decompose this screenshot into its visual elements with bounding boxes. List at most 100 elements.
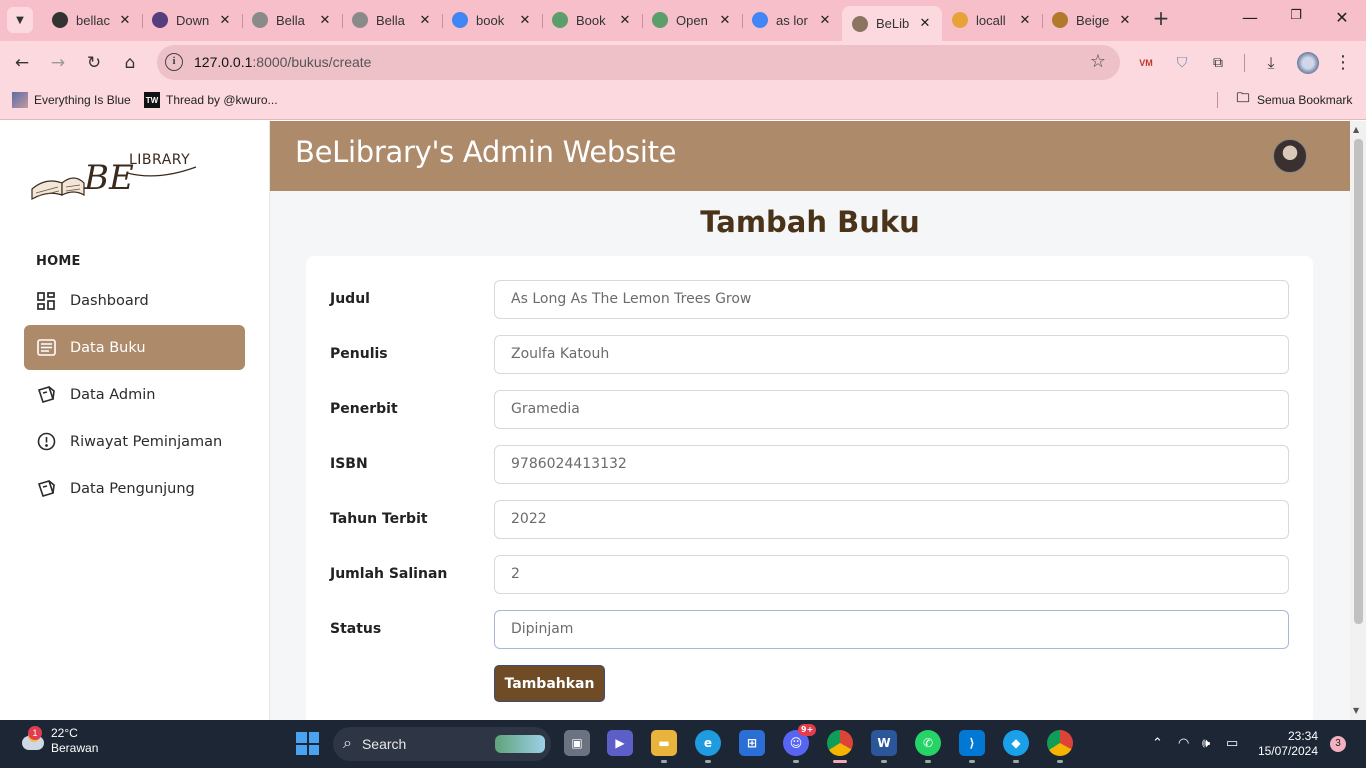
tab-close-icon[interactable]: ✕ [418, 13, 432, 28]
teams-icon[interactable]: ▶ [607, 730, 633, 756]
chrome-icon[interactable] [827, 730, 853, 756]
whatsapp-icon[interactable]: ✆ [915, 730, 941, 756]
edge-icon[interactable]: e [695, 730, 721, 756]
clock-date: 15/07/2024 [1257, 744, 1318, 758]
tab-close-icon[interactable]: ✕ [518, 13, 532, 28]
isbn-field[interactable]: 9786024413132 [494, 445, 1289, 484]
tab-close-icon[interactable]: ✕ [718, 13, 732, 28]
browser-tab[interactable]: BeLib ✕ [842, 6, 942, 41]
store-icon[interactable]: ⊞ [739, 730, 765, 756]
github-icon [52, 12, 68, 28]
forward-icon[interactable]: → [46, 51, 70, 75]
tab-close-icon[interactable]: ✕ [918, 16, 932, 31]
jumlah-salinan-field[interactable]: 2 [494, 555, 1289, 594]
tab-search-button[interactable]: ▼ [7, 7, 33, 33]
browser-tab[interactable]: Open ✕ [642, 6, 742, 34]
chrome-profile-icon[interactable] [1047, 730, 1073, 756]
tray-chevron-icon[interactable]: ⌃ [1152, 735, 1163, 751]
close-window-icon[interactable]: ✕ [1330, 8, 1354, 27]
discord-icon[interactable]: ☺ 9+ [783, 724, 817, 756]
judul-field[interactable]: As Long As The Lemon Trees Grow [494, 280, 1289, 319]
address-bar[interactable]: i 127.0.0.1:8000/bukus/create ☆ [157, 45, 1120, 80]
extensions-puzzle-icon[interactable]: ⧉ [1208, 53, 1228, 73]
wifi-icon[interactable]: ◠ [1178, 735, 1189, 751]
downloads-icon[interactable]: ⤓ [1261, 53, 1281, 73]
minimize-icon[interactable]: — [1238, 8, 1262, 27]
user-avatar[interactable] [1273, 139, 1307, 173]
sidebar-item-data-admin[interactable]: Data Admin [24, 372, 245, 417]
openai-icon [552, 12, 568, 28]
clock-time: 23:34 [1287, 729, 1318, 743]
taskbar-clock[interactable]: 23:34 15/07/2024 [1250, 729, 1318, 759]
profile-avatar-icon[interactable] [1297, 52, 1319, 74]
sidebar-section-home: HOME [36, 254, 81, 269]
reload-icon[interactable]: ↻ [82, 51, 106, 75]
globe-icon [352, 12, 368, 28]
tab-separator [1042, 14, 1043, 28]
browser-tab[interactable]: Down ✕ [142, 6, 242, 34]
sidebar-item-riwayat-peminjaman[interactable]: Riwayat Peminjaman [24, 419, 245, 464]
scroll-up-icon[interactable]: ▲ [1353, 125, 1359, 134]
sidebar-item-data-pengunjung[interactable]: Data Pengunjung [24, 466, 245, 511]
file-explorer-icon[interactable]: ▬ [651, 730, 677, 756]
weather-cloud-icon: 1 [18, 726, 44, 754]
browser-tab[interactable]: bellac ✕ [42, 6, 142, 34]
browser-tab[interactable]: as lor ✕ [742, 6, 842, 34]
back-icon[interactable]: ← [10, 51, 34, 75]
bookmarks-divider [1217, 92, 1218, 108]
penerbit-field[interactable]: Gramedia [494, 390, 1289, 429]
tab-close-icon[interactable]: ✕ [218, 13, 232, 28]
form-card [306, 256, 1313, 726]
status-field[interactable]: Dipinjam [494, 610, 1289, 649]
windows-start-icon[interactable] [296, 732, 319, 755]
sidebar-item-dashboard[interactable]: Dashboard [24, 278, 245, 323]
globe-icon [252, 12, 268, 28]
bookmark-star-icon[interactable]: ☆ [1090, 51, 1106, 72]
all-bookmarks-button[interactable]: 🗀 Semua Bookmark [1235, 90, 1352, 108]
browser-tab[interactable]: locall ✕ [942, 6, 1042, 34]
tahun-terbit-field[interactable]: 2022 [494, 500, 1289, 539]
tab-close-icon[interactable]: ✕ [818, 13, 832, 28]
vscode-icon[interactable]: ⟩ [959, 730, 985, 756]
bookmark-item[interactable]: Everything Is Blue [12, 92, 131, 108]
browser-tab[interactable]: Bella ✕ [242, 6, 342, 34]
restore-icon[interactable]: ❐ [1284, 8, 1308, 23]
taskbar-search[interactable]: ⌕ Search [333, 727, 551, 761]
word-icon[interactable]: W [871, 730, 897, 756]
logo-be-text: BE [83, 158, 134, 198]
task-view-icon[interactable]: ▣ [564, 730, 590, 756]
extension-shield-icon[interactable]: ⛉ [1172, 53, 1192, 73]
tab-close-icon[interactable]: ✕ [618, 13, 632, 28]
cards-icon [36, 385, 56, 405]
weather-widget[interactable]: 1 22°C Berawan [18, 726, 98, 756]
tab-close-icon[interactable]: ✕ [1018, 13, 1032, 28]
penulis-field[interactable]: Zoulfa Katouh [494, 335, 1289, 374]
home-icon[interactable]: ⌂ [118, 51, 142, 75]
tambahkan-button[interactable]: Tambahkan [494, 665, 605, 702]
site-info-icon[interactable]: i [165, 53, 183, 71]
bookmark-item[interactable]: TW Thread by @kwuro... [144, 92, 278, 108]
tab-close-icon[interactable]: ✕ [318, 13, 332, 28]
notification-badge[interactable]: 3 [1330, 736, 1346, 752]
windows-taskbar: 1 22°C Berawan ⌕ Search ▣ ▶ ▬ e ⊞ ☺ 9+ W… [0, 720, 1366, 768]
tab-close-icon[interactable]: ✕ [118, 13, 132, 28]
browser-tab[interactable]: book ✕ [442, 6, 542, 34]
browser-tab[interactable]: Beige ✕ [1042, 6, 1142, 34]
sidebar-item-label: Riwayat Peminjaman [70, 433, 223, 450]
tab-title: Bella [376, 12, 405, 28]
battery-icon[interactable]: ▭ [1226, 735, 1238, 751]
volume-icon[interactable]: 🕪 [1202, 735, 1210, 751]
url-text[interactable]: 127.0.0.1:8000/bukus/create [194, 54, 371, 70]
browser-tab[interactable]: Book ✕ [542, 6, 642, 34]
label-penulis: Penulis [330, 346, 388, 362]
menu-dots-icon[interactable]: ⋮ [1333, 53, 1353, 73]
scroll-down-icon[interactable]: ▼ [1353, 706, 1359, 715]
new-tab-button[interactable]: + [1150, 8, 1172, 30]
browser-tab[interactable]: Bella ✕ [342, 6, 442, 34]
tab-close-icon[interactable]: ✕ [1118, 13, 1132, 28]
page-scrollbar[interactable]: ▲ ▼ [1350, 121, 1366, 720]
extension-vm-icon[interactable]: VM [1136, 53, 1156, 73]
scroll-thumb[interactable] [1354, 139, 1363, 624]
app-blue-icon[interactable]: ◆ [1003, 730, 1029, 756]
sidebar-item-data-buku[interactable]: Data Buku [24, 325, 245, 370]
